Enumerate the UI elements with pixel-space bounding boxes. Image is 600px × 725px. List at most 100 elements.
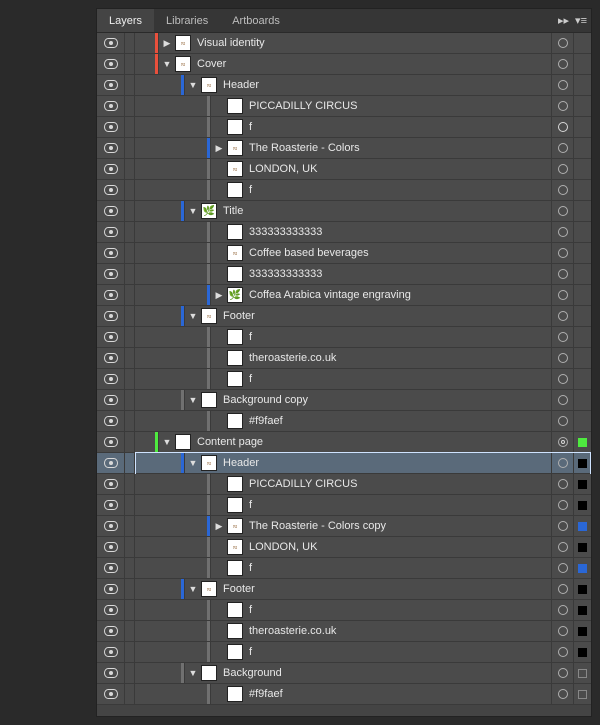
lock-column[interactable] [125, 579, 135, 599]
disclosure-triangle-icon[interactable]: ▼ [187, 457, 199, 469]
target-button[interactable] [551, 453, 573, 473]
layer-name[interactable]: Footer [223, 310, 551, 322]
target-button[interactable] [551, 243, 573, 263]
lock-column[interactable] [125, 264, 135, 284]
lock-column[interactable] [125, 558, 135, 578]
visibility-toggle[interactable] [97, 558, 125, 578]
selection-mark[interactable] [573, 390, 591, 410]
lock-column[interactable] [125, 474, 135, 494]
layer-row[interactable]: f [97, 180, 591, 201]
selection-mark[interactable] [573, 33, 591, 53]
lock-column[interactable] [125, 306, 135, 326]
visibility-toggle[interactable] [97, 75, 125, 95]
layer-name[interactable]: 333333333333 [249, 226, 551, 238]
lock-column[interactable] [125, 138, 135, 158]
layer-name[interactable]: Header [223, 457, 551, 469]
visibility-toggle[interactable] [97, 180, 125, 200]
visibility-toggle[interactable] [97, 285, 125, 305]
target-button[interactable] [551, 117, 573, 137]
visibility-toggle[interactable] [97, 33, 125, 53]
layer-name[interactable]: Title [223, 205, 551, 217]
visibility-toggle[interactable] [97, 474, 125, 494]
layer-row[interactable]: ▼≈Footer [97, 579, 591, 600]
layer-row[interactable]: ▼≈Footer [97, 306, 591, 327]
visibility-toggle[interactable] [97, 138, 125, 158]
target-button[interactable] [551, 495, 573, 515]
target-button[interactable] [551, 96, 573, 116]
selection-mark[interactable] [573, 222, 591, 242]
lock-column[interactable] [125, 642, 135, 662]
target-button[interactable] [551, 369, 573, 389]
layer-row[interactable]: ≈LONDON, UK [97, 159, 591, 180]
selection-mark[interactable] [573, 516, 591, 536]
disclosure-triangle-icon[interactable]: ▼ [161, 436, 173, 448]
lock-column[interactable] [125, 453, 135, 473]
layer-name[interactable]: LONDON, UK [249, 163, 551, 175]
layer-name[interactable]: Footer [223, 583, 551, 595]
layer-row[interactable]: ▶≈The Roasterie - Colors [97, 138, 591, 159]
layer-row[interactable]: ▼≈Header [97, 453, 591, 474]
lock-column[interactable] [125, 117, 135, 137]
selection-mark[interactable] [573, 558, 591, 578]
selection-mark[interactable] [573, 642, 591, 662]
layer-row[interactable]: PICCADILLY CIRCUS [97, 96, 591, 117]
layer-row[interactable]: f [97, 558, 591, 579]
lock-column[interactable] [125, 663, 135, 683]
layer-name[interactable]: Visual identity [197, 37, 551, 49]
layer-name[interactable]: f [249, 331, 551, 343]
selection-mark[interactable] [573, 600, 591, 620]
selection-mark[interactable] [573, 54, 591, 74]
selection-mark[interactable] [573, 138, 591, 158]
disclosure-triangle-icon[interactable]: ▼ [187, 205, 199, 217]
selection-mark[interactable] [573, 474, 591, 494]
tab-artboards[interactable]: Artboards [220, 9, 292, 32]
target-button[interactable] [551, 264, 573, 284]
target-button[interactable] [551, 558, 573, 578]
target-button[interactable] [551, 642, 573, 662]
lock-column[interactable] [125, 432, 135, 452]
lock-column[interactable] [125, 348, 135, 368]
lock-column[interactable] [125, 180, 135, 200]
visibility-toggle[interactable] [97, 348, 125, 368]
lock-column[interactable] [125, 159, 135, 179]
visibility-toggle[interactable] [97, 600, 125, 620]
visibility-toggle[interactable] [97, 453, 125, 473]
target-button[interactable] [551, 411, 573, 431]
target-button[interactable] [551, 684, 573, 704]
target-button[interactable] [551, 306, 573, 326]
disclosure-triangle-icon[interactable]: ▼ [187, 310, 199, 322]
target-button[interactable] [551, 390, 573, 410]
layer-row[interactable]: ▶≈Visual identity [97, 33, 591, 54]
selection-mark[interactable] [573, 453, 591, 473]
tab-libraries[interactable]: Libraries [154, 9, 220, 32]
layer-row[interactable]: 333333333333 [97, 222, 591, 243]
layer-row[interactable]: #f9faef [97, 684, 591, 705]
panel-menu-icon[interactable]: ▾≡ [575, 14, 587, 27]
layer-row[interactable]: #f9faef [97, 411, 591, 432]
target-button[interactable] [551, 474, 573, 494]
layer-name[interactable]: LONDON, UK [249, 541, 551, 553]
layer-row[interactable]: 333333333333 [97, 264, 591, 285]
lock-column[interactable] [125, 390, 135, 410]
layer-row[interactable]: ▼Background copy [97, 390, 591, 411]
layer-row[interactable]: theroasterie.co.uk [97, 348, 591, 369]
lock-column[interactable] [125, 75, 135, 95]
disclosure-triangle-icon[interactable]: ▼ [187, 583, 199, 595]
visibility-toggle[interactable] [97, 684, 125, 704]
layer-row[interactable]: f [97, 495, 591, 516]
collapse-icon[interactable]: ▸▸ [558, 14, 569, 27]
lock-column[interactable] [125, 495, 135, 515]
layer-row[interactable]: ▼≈Cover [97, 54, 591, 75]
target-button[interactable] [551, 180, 573, 200]
target-button[interactable] [551, 621, 573, 641]
selection-mark[interactable] [573, 684, 591, 704]
lock-column[interactable] [125, 369, 135, 389]
selection-mark[interactable] [573, 75, 591, 95]
lock-column[interactable] [125, 96, 135, 116]
layer-name[interactable]: Coffee based beverages [249, 247, 551, 259]
selection-mark[interactable] [573, 369, 591, 389]
visibility-toggle[interactable] [97, 54, 125, 74]
selection-mark[interactable] [573, 411, 591, 431]
layer-row[interactable]: ▶≈The Roasterie - Colors copy [97, 516, 591, 537]
target-button[interactable] [551, 54, 573, 74]
